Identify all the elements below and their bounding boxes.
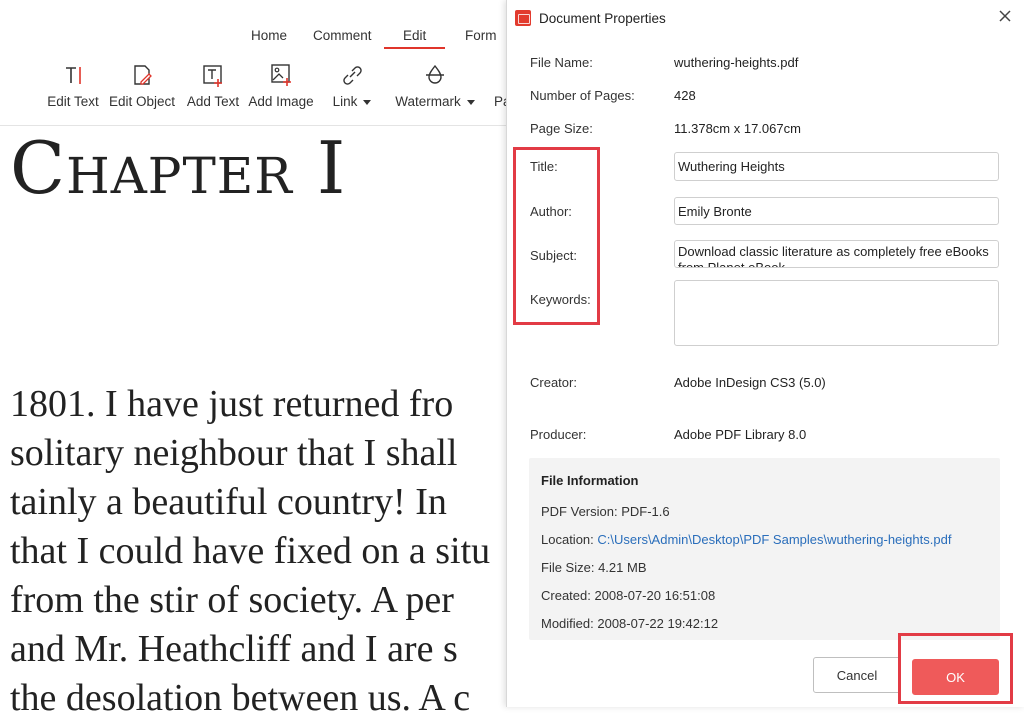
add-image-icon <box>271 64 291 86</box>
labels-highlight-box <box>513 147 600 325</box>
tab-comment[interactable]: Comment <box>313 28 372 43</box>
producer-value: Adobe PDF Library 8.0 <box>674 427 807 442</box>
producer-label: Producer: <box>530 427 587 442</box>
document-line: from the stir of society. A per <box>10 579 454 621</box>
add-text-button[interactable]: Add Text <box>186 62 240 118</box>
pdf-version-text: PDF Version: PDF-1.6 <box>541 504 670 519</box>
document-line: 1801. I have just returned fro <box>10 383 454 425</box>
edit-object-button[interactable]: Edit Object <box>108 62 176 118</box>
file-name-value: wuthering-heights.pdf <box>674 55 799 70</box>
location-link[interactable]: C:\Users\Admin\Desktop\PDF Samples\wuthe… <box>597 532 951 547</box>
chapter-heading: Chapter I <box>10 126 347 210</box>
author-field[interactable]: Emily Bronte <box>674 197 999 225</box>
document-line: tainly a beautiful country! In <box>10 481 447 523</box>
tab-form[interactable]: Form <box>465 28 497 43</box>
modified-text: Modified: 2008-07-22 19:42:12 <box>541 616 719 631</box>
document-line: the desolation between us. A c <box>10 677 471 719</box>
page-size-label: Page Size: <box>530 121 593 136</box>
add-text-icon <box>203 65 222 87</box>
cancel-button[interactable]: Cancel <box>813 657 901 693</box>
link-dropdown-caret-icon <box>363 99 372 105</box>
close-icon[interactable] <box>995 6 1015 26</box>
creator-label: Creator: <box>530 375 577 390</box>
add-text-label: Add Text <box>186 94 240 109</box>
keywords-field[interactable] <box>674 280 999 346</box>
tab-home[interactable]: Home <box>251 28 287 43</box>
location-label: Location: <box>541 532 594 547</box>
pages-label: Number of Pages: <box>530 88 635 103</box>
document-line: solitary neighbour that I shall <box>10 432 458 474</box>
ok-highlight-box <box>898 633 1013 704</box>
edit-text-label: Edit Text <box>47 94 99 109</box>
document-properties-dialog: Document Properties File Name: wuthering… <box>506 0 1024 707</box>
file-information-panel: File Information PDF Version: PDF-1.6 Lo… <box>529 458 1000 640</box>
add-image-button[interactable]: Add Image <box>248 62 314 118</box>
file-information-heading: File Information <box>541 473 639 488</box>
watermark-button[interactable]: Watermark <box>395 62 475 118</box>
document-line: and Mr. Heathcliff and I are s <box>10 628 458 670</box>
link-label: Link <box>332 94 358 109</box>
file-name-label: File Name: <box>530 55 593 70</box>
edit-text-button[interactable]: Edit Text <box>47 62 99 118</box>
dialog-title-bar: Document Properties <box>515 9 666 27</box>
add-image-label: Add Image <box>248 94 314 109</box>
pdf-app-icon <box>515 10 531 26</box>
file-size-text: File Size: 4.21 MB <box>541 560 647 575</box>
location-row: Location: C:\Users\Admin\Desktop\PDF Sam… <box>541 532 951 547</box>
link-button[interactable]: Link <box>330 62 374 118</box>
watermark-dropdown-caret-icon <box>466 99 475 105</box>
document-paragraph: 1801. I have just returned fro solitary … <box>10 380 490 723</box>
title-field[interactable]: Wuthering Heights <box>674 152 999 181</box>
watermark-label: Watermark <box>395 94 461 109</box>
created-text: Created: 2008-07-20 16:51:08 <box>541 588 716 603</box>
pages-value: 428 <box>674 88 696 103</box>
link-icon <box>343 66 362 85</box>
edit-text-icon <box>66 67 81 84</box>
watermark-icon <box>426 64 444 84</box>
edit-object-icon <box>134 65 152 85</box>
creator-value: Adobe InDesign CS3 (5.0) <box>674 375 826 390</box>
document-line: that I could have fixed on a situ <box>10 530 491 572</box>
dialog-title: Document Properties <box>539 10 666 26</box>
active-tab-indicator <box>384 47 445 49</box>
tab-edit[interactable]: Edit <box>403 28 426 43</box>
edit-object-label: Edit Object <box>108 94 176 109</box>
subject-field[interactable]: Download classic literature as completel… <box>674 240 999 268</box>
page-size-value: 11.378cm x 17.067cm <box>674 121 801 136</box>
